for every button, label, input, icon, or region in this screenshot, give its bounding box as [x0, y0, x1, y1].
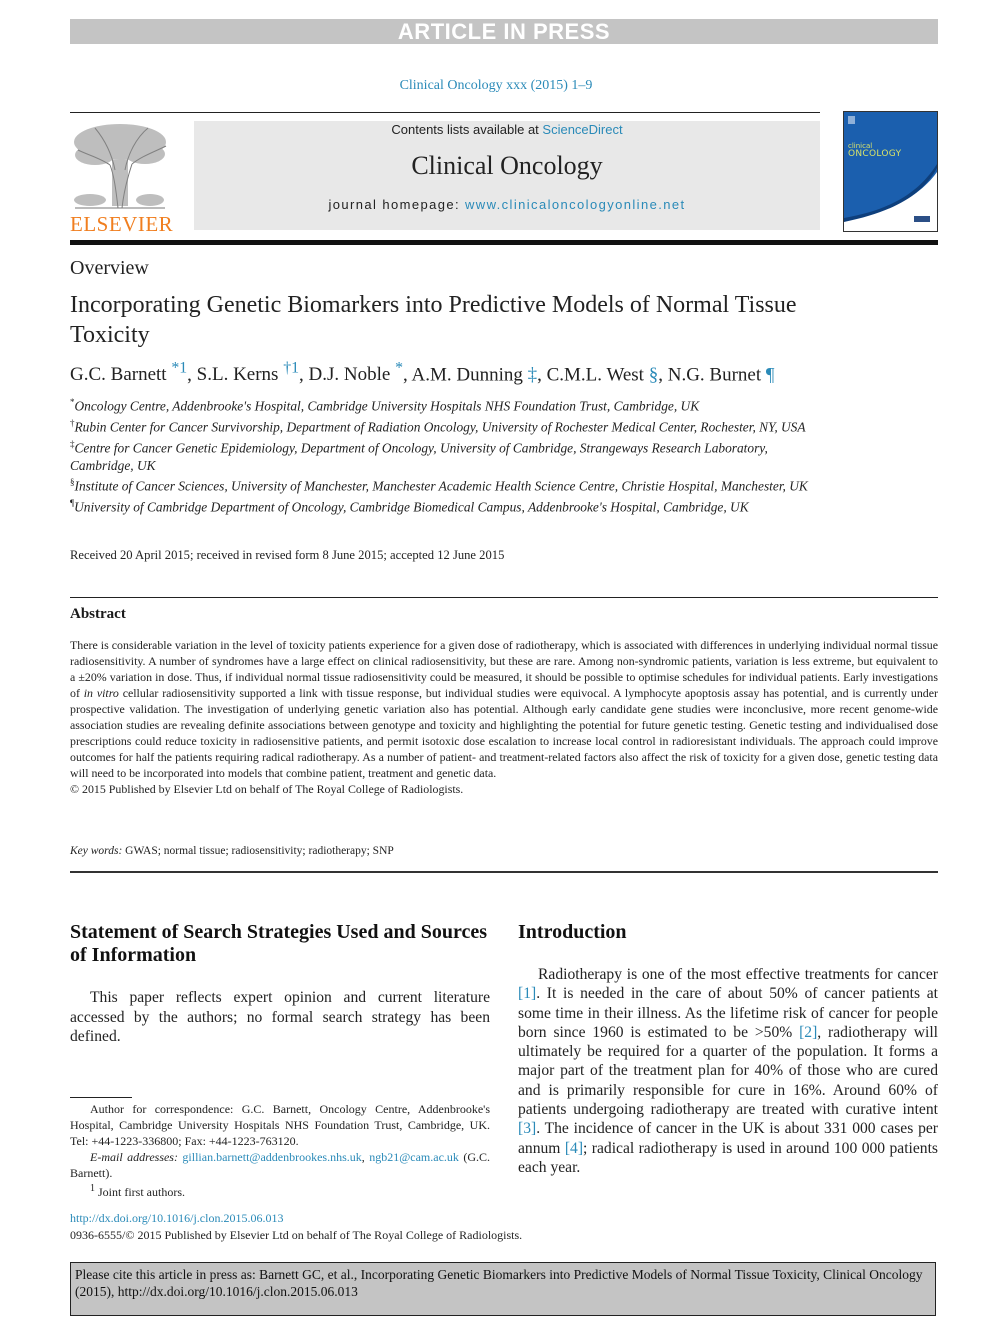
affiliation: §Institute of Cancer Sciences, Universit…: [70, 477, 808, 494]
abstract-heading: Abstract: [70, 606, 126, 622]
email-link[interactable]: ngb21@cam.ac.uk: [369, 1150, 459, 1164]
author[interactable]: A.M. Dunning ‡: [411, 364, 537, 385]
author[interactable]: N.G. Burnet ¶: [668, 364, 775, 385]
svg-text:ONCOLOGY: ONCOLOGY: [848, 149, 902, 159]
abstract-body: There is considerable variation in the l…: [70, 638, 938, 796]
author[interactable]: C.M.L. West §: [547, 364, 659, 385]
email-note: E-mail addresses: gillian.barnett@addenb…: [70, 1150, 491, 1180]
header-rule: [70, 112, 820, 113]
email-link[interactable]: gillian.barnett@addenbrookes.nhs.uk: [182, 1150, 361, 1164]
author-marks[interactable]: *1: [171, 360, 187, 377]
homepage-line: journal homepage: www.clinicaloncologyon…: [194, 197, 820, 212]
introduction-paragraph: Radiotherapy is one of the most effectiv…: [518, 965, 938, 1177]
journal-title: Clinical Oncology: [411, 151, 603, 180]
author[interactable]: D.J. Noble *: [309, 360, 403, 385]
masthead-thick-rule: [70, 240, 938, 245]
introduction-text: Radiotherapy is one of the most effectiv…: [518, 966, 938, 1176]
affiliation: ‡Centre for Cancer Genetic Epidemiology,…: [70, 438, 768, 473]
cite-this-article-box: Please cite this article in press as: Ba…: [70, 1262, 936, 1316]
reference-link[interactable]: [3]: [518, 1120, 536, 1137]
affiliation: †Rubin Center for Cancer Survivorship, D…: [70, 417, 806, 435]
author-marks[interactable]: ¶: [766, 364, 775, 385]
doi-link[interactable]: http://dx.doi.org/10.1016/j.clon.2015.06…: [70, 1211, 283, 1225]
author-marks[interactable]: *: [395, 360, 403, 377]
sciencedirect-link[interactable]: ScienceDirect: [542, 122, 622, 137]
search-strategy-paragraph: This paper reflects expert opinion and c…: [70, 989, 490, 1045]
cover-art-icon: clinical ONCOLOGY: [844, 112, 937, 222]
correspondence-note: Author for correspondence: G.C. Barnett,…: [70, 1102, 490, 1148]
reference-link[interactable]: [4]: [565, 1140, 583, 1157]
footnote-rule: [70, 1097, 132, 1098]
elsevier-wordmark: ELSEVIER: [70, 212, 174, 236]
abstract-rule: [70, 597, 938, 598]
journal-citation-link[interactable]: Clinical Oncology xxx (2015) 1–9: [400, 78, 593, 93]
homepage-prefix: journal homepage:: [328, 197, 465, 212]
reference-link[interactable]: [1]: [518, 985, 536, 1002]
issn-line: 0936-6555/© 2015 Published by Elsevier L…: [70, 1228, 523, 1242]
elsevier-logo[interactable]: ELSEVIER: [70, 120, 174, 236]
reference-link[interactable]: [2]: [799, 1024, 817, 1041]
author-list: G.C. Barnett *1, S.L. Kerns †1, D.J. Nob…: [70, 360, 775, 386]
author-marks[interactable]: ‡: [528, 364, 538, 385]
journal-masthead: Contents lists available at ScienceDirec…: [194, 121, 820, 230]
homepage-link[interactable]: www.clinicaloncologyonline.net: [465, 197, 686, 212]
journal-citation[interactable]: Clinical Oncology xxx (2015) 1–9: [0, 78, 992, 94]
keywords: Key words: GWAS; normal tissue; radiosen…: [70, 845, 394, 857]
affiliations: *Oncology Centre, Addenbrooke's Hospital…: [70, 394, 830, 516]
author-marks[interactable]: §: [649, 364, 659, 385]
doi-block: http://dx.doi.org/10.1016/j.clon.2015.06…: [70, 1210, 522, 1244]
article-in-press-banner: ARTICLE IN PRESS: [70, 19, 938, 44]
article-type: Overview: [70, 257, 149, 279]
journal-cover-thumbnail[interactable]: clinical ONCOLOGY: [843, 111, 938, 232]
contents-prefix: Contents lists available at: [391, 122, 543, 137]
received-dates: Received 20 April 2015; received in revi…: [70, 548, 505, 562]
introduction-heading: Introduction: [518, 921, 627, 943]
affiliation: ¶University of Cambridge Department of O…: [70, 498, 749, 515]
elsevier-tree-icon: [74, 124, 167, 209]
footnotes: Author for correspondence: G.C. Barnett,…: [70, 1101, 490, 1200]
joint-authors-note: 1 Joint first authors.: [90, 1183, 185, 1199]
abstract-copyright: © 2015 Published by Elsevier Ltd on beha…: [70, 782, 464, 796]
keywords-rule: [70, 871, 938, 873]
search-strategy-heading: Statement of Search Strategies Used and …: [70, 921, 488, 966]
author-marks[interactable]: †1: [283, 360, 299, 377]
contents-line: Contents lists available at ScienceDirec…: [194, 121, 820, 137]
author[interactable]: G.C. Barnett *1: [70, 360, 187, 385]
article-title: Incorporating Genetic Biomarkers into Pr…: [70, 292, 797, 348]
affiliation: *Oncology Centre, Addenbrooke's Hospital…: [70, 397, 700, 414]
author[interactable]: S.L. Kerns †1: [197, 360, 299, 385]
